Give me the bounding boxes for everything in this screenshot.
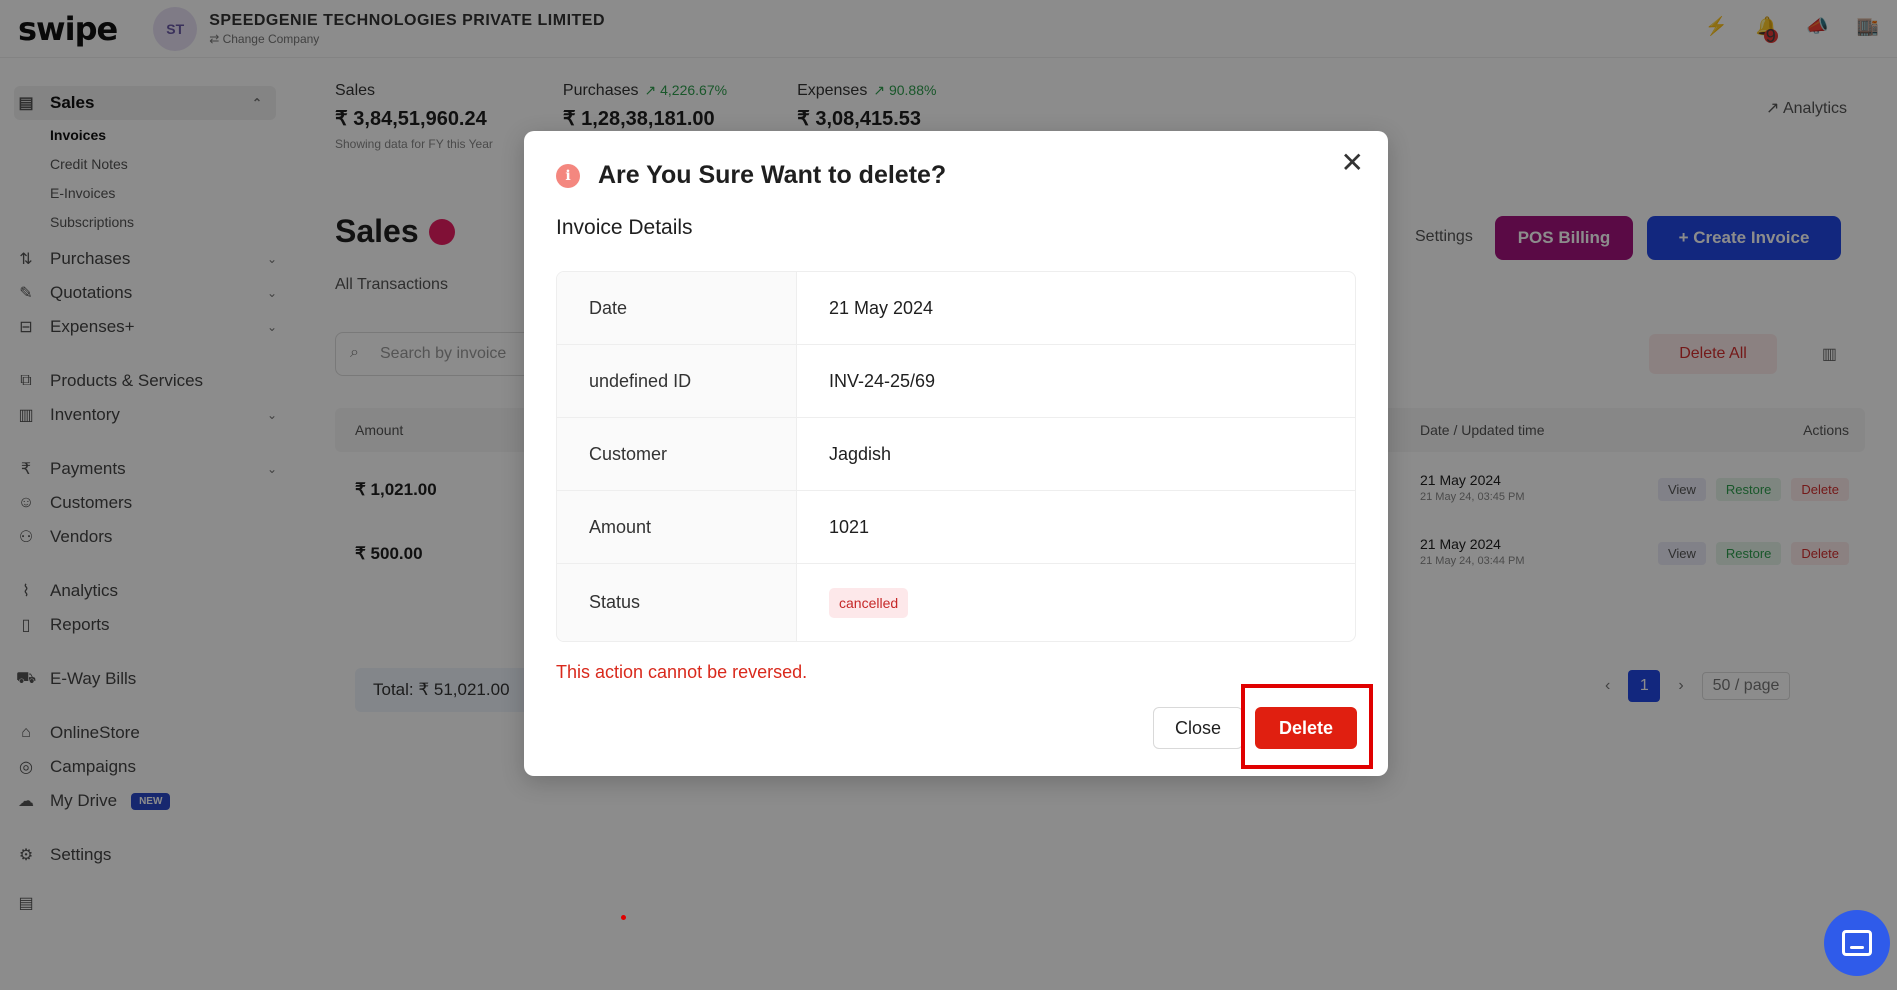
detail-label: Customer [557, 418, 797, 490]
close-button[interactable]: Close [1153, 707, 1243, 749]
detail-label: Amount [557, 491, 797, 563]
cursor-marker [621, 915, 626, 920]
detail-row-date: Date 21 May 2024 [557, 272, 1355, 345]
status-badge: cancelled [829, 587, 909, 618]
close-icon[interactable]: ✕ [1341, 149, 1364, 177]
detail-label: Date [557, 272, 797, 344]
dialog-title: Are You Sure Want to delete? [598, 161, 947, 189]
detail-row-id: undefined ID INV-24-25/69 [557, 345, 1355, 418]
detail-row-customer: Customer Jagdish [557, 418, 1355, 491]
detail-value: 21 May 2024 [829, 297, 934, 318]
irreversible-warning: This action cannot be reversed. [556, 662, 808, 682]
detail-label: Status [557, 564, 797, 641]
detail-row-status: Status cancelled [557, 564, 1355, 641]
detail-value: 1021 [829, 516, 870, 537]
delete-confirm-dialog: i Are You Sure Want to delete? ✕ Invoice… [524, 131, 1388, 776]
delete-button[interactable]: Delete [1255, 707, 1357, 749]
detail-value: INV-24-25/69 [829, 370, 936, 391]
detail-label: undefined ID [557, 345, 797, 417]
chat-icon [1842, 930, 1872, 956]
dialog-header: i Are You Sure Want to delete? [556, 161, 946, 190]
invoice-details-table: Date 21 May 2024 undefined ID INV-24-25/… [556, 271, 1356, 642]
chat-widget-button[interactable] [1824, 910, 1890, 976]
info-circle-icon: i [556, 163, 580, 188]
detail-row-amount: Amount 1021 [557, 491, 1355, 564]
detail-value: Jagdish [829, 443, 892, 464]
invoice-details-heading: Invoice Details [556, 216, 693, 239]
